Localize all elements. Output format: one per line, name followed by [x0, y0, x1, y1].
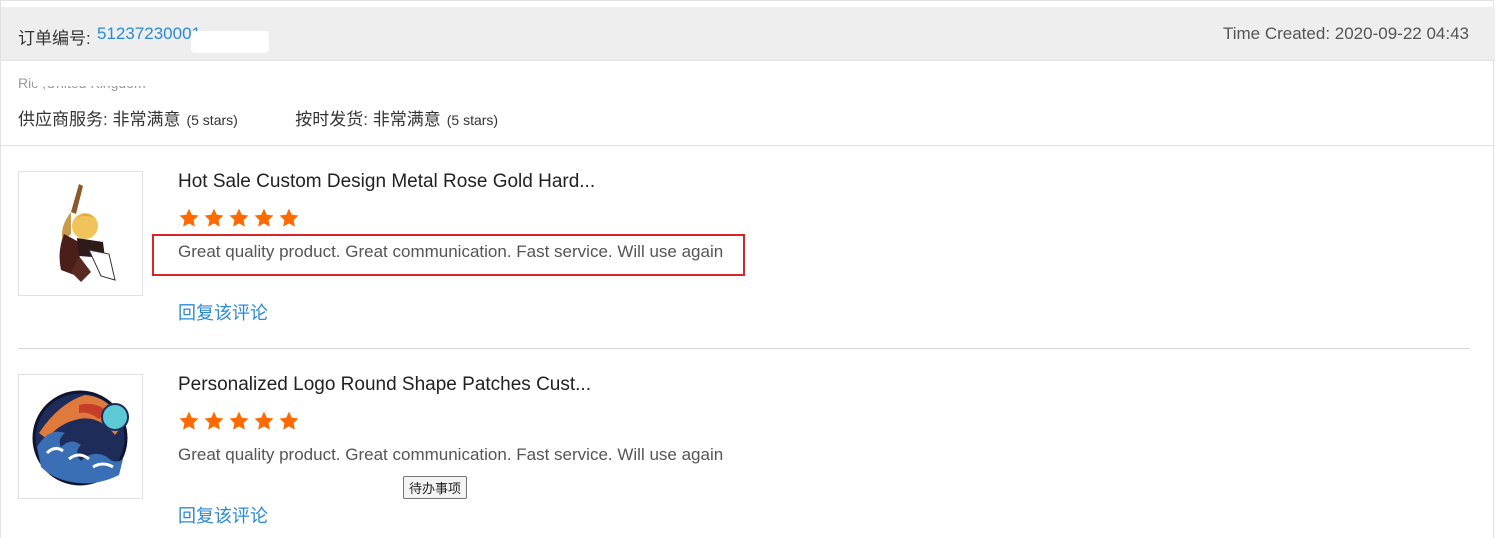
redaction-mask: [191, 31, 269, 53]
product-thumbnail[interactable]: [18, 374, 143, 499]
review-rating: [178, 207, 300, 229]
on-time-delivery-stars: (5 stars): [446, 112, 499, 128]
order-header: 订单编号: 51237230001 Time Created: 2020-09-…: [1, 7, 1495, 61]
divider: [18, 348, 1470, 349]
round-patch-image: [19, 375, 142, 498]
redaction-mask: [33, 77, 151, 86]
tooltip: 待办事项: [403, 476, 468, 499]
divider: [1, 145, 1495, 146]
reply-review-link[interactable]: 回复该评论: [178, 299, 268, 325]
product-title[interactable]: Personalized Logo Round Shape Patches Cu…: [178, 374, 591, 396]
review-text: Great quality product. Great communicati…: [178, 445, 724, 464]
star-icon: [204, 208, 224, 227]
on-time-delivery-value: 非常满意: [372, 110, 441, 129]
review-panel: 订单编号: 51237230001 Time Created: 2020-09-…: [0, 0, 1495, 538]
star-icon: [279, 411, 299, 430]
enamel-pin-image: [19, 172, 142, 295]
star-icon: [229, 411, 249, 430]
product-thumbnail[interactable]: [18, 171, 143, 296]
on-time-delivery-label: 按时发货:: [295, 110, 369, 129]
product-title[interactable]: Hot Sale Custom Design Metal Rose Gold H…: [178, 171, 595, 193]
star-icon: [204, 411, 224, 430]
star-icon: [179, 208, 199, 227]
star-icon: [254, 411, 274, 430]
star-icon: [279, 208, 299, 227]
star-icon: [254, 208, 274, 227]
star-icon: [179, 411, 199, 430]
seller-ratings: 供应商服务: 非常满意 (5 stars) 按时发货: 非常满意 (5 stars): [18, 105, 498, 130]
time-created: Time Created: 2020-09-22 04:43: [1222, 24, 1469, 43]
supplier-service-label: 供应商服务:: [18, 110, 108, 129]
highlight-annotation: [152, 234, 745, 276]
order-number-label: 订单编号:: [18, 29, 91, 48]
reply-review-link[interactable]: 回复该评论: [178, 502, 268, 528]
review-rating: [178, 410, 300, 432]
star-icon: [229, 208, 249, 227]
supplier-service-value: 非常满意: [112, 110, 181, 129]
order-number-link[interactable]: 51237230001: [97, 24, 201, 44]
supplier-service-stars: (5 stars): [186, 112, 238, 128]
